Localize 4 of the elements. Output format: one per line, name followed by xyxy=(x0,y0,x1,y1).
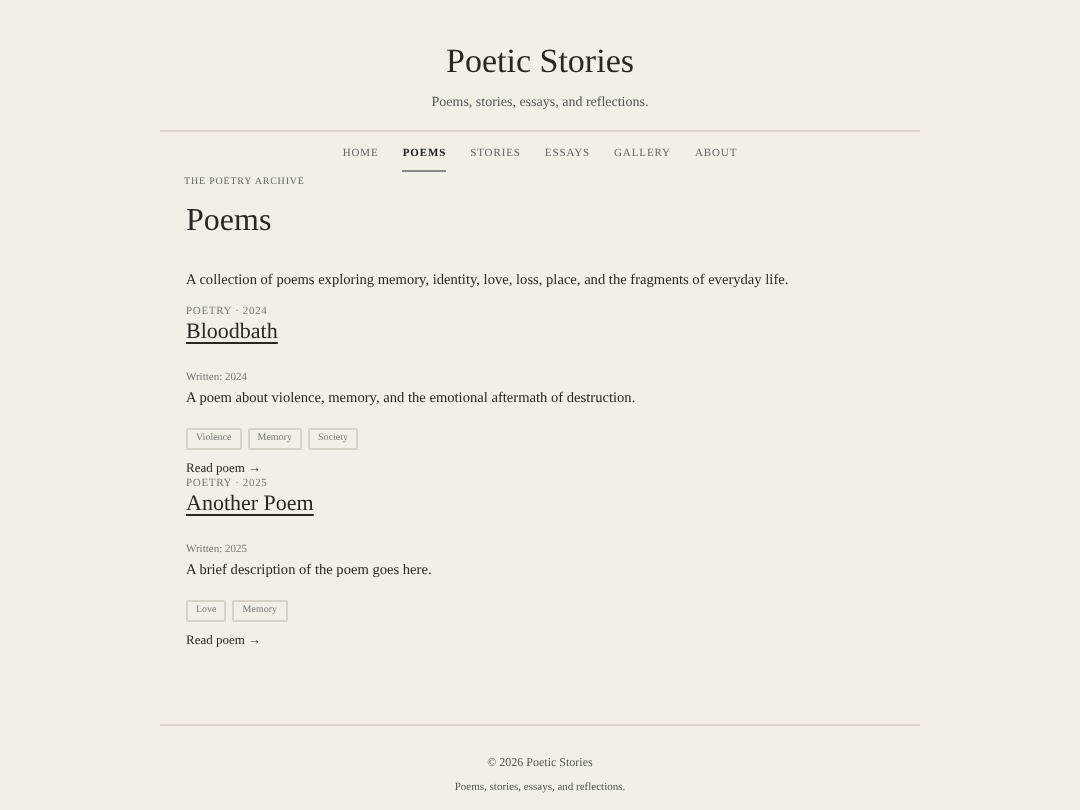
post-title-link[interactable]: Another Poem xyxy=(186,492,314,518)
page-heading: Poems xyxy=(186,202,274,242)
site-title: Poetic Stories xyxy=(446,42,634,82)
post-title-link[interactable]: Bloodbath xyxy=(186,320,278,346)
